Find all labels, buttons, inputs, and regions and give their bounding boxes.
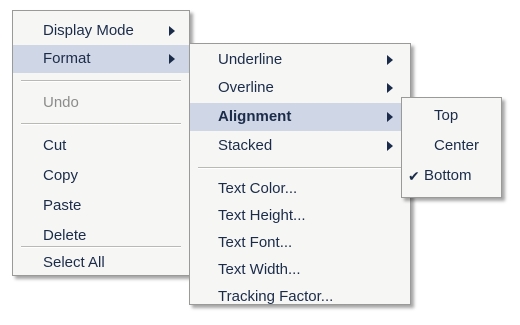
menu-item-label: Alignment [218, 108, 292, 125]
submenu-arrow-icon [387, 55, 393, 65]
menu-item-label: Paste [43, 197, 82, 214]
menu-item-label: Tracking Factor... [218, 288, 334, 305]
alignment-submenu: Top Center ✔ Bottom [401, 97, 502, 198]
menu-item-alignment[interactable]: Alignment [190, 103, 410, 131]
format-submenu: Underline Overline Alignment Stacked Tex… [189, 43, 411, 305]
menu-item-label: Text Font... [218, 234, 293, 251]
menu-item-text-color[interactable]: Text Color... [190, 175, 410, 203]
menu-item-cut[interactable]: Cut [13, 132, 189, 160]
menu-item-label: Format [43, 50, 91, 67]
submenu-arrow-icon [169, 26, 175, 36]
submenu-arrow-icon [387, 112, 393, 122]
menu-item-underline[interactable]: Underline [190, 46, 410, 74]
menu-separator [21, 246, 181, 248]
menu-item-undo: Undo [13, 89, 189, 117]
menu-item-label: Display Mode [43, 22, 134, 39]
menu-item-label: Text Color... [218, 180, 298, 197]
menu-item-label: Overline [218, 79, 274, 96]
menu-item-bottom[interactable]: ✔ Bottom [402, 162, 501, 190]
submenu-arrow-icon [387, 83, 393, 93]
submenu-arrow-icon [387, 141, 393, 151]
menu-item-label: Top [434, 107, 459, 124]
submenu-arrow-icon [169, 54, 175, 64]
menu-item-text-height[interactable]: Text Height... [190, 202, 410, 230]
menu-separator [21, 80, 181, 82]
menu-item-paste[interactable]: Paste [13, 192, 189, 220]
menu-item-label: Undo [43, 94, 79, 111]
menu-item-label: Bottom [424, 167, 472, 184]
menu-item-label: Text Height... [218, 207, 306, 224]
menu-item-label: Copy [43, 167, 79, 184]
menu-item-label: Center [434, 137, 480, 154]
checkmark-icon: ✔ [408, 168, 420, 184]
menu-item-overline[interactable]: Overline [190, 74, 410, 102]
menu-item-format[interactable]: Format [13, 45, 189, 73]
menu-item-display-mode[interactable]: Display Mode [13, 17, 189, 45]
context-menu: Display Mode Format Undo Cut Copy Paste … [12, 10, 190, 276]
menu-item-select-all[interactable]: Select All [13, 249, 189, 277]
menu-item-label: Underline [218, 51, 283, 68]
menu-item-center[interactable]: Center [402, 132, 501, 160]
menu-item-copy[interactable]: Copy [13, 162, 189, 190]
menu-item-text-width[interactable]: Text Width... [190, 256, 410, 284]
menu-separator [21, 123, 181, 125]
menu-item-text-font[interactable]: Text Font... [190, 229, 410, 257]
menu-item-top[interactable]: Top [402, 102, 501, 130]
menu-separator [198, 167, 402, 169]
menu-item-label: Text Width... [218, 261, 301, 278]
menu-item-tracking-factor[interactable]: Tracking Factor... [190, 283, 410, 311]
menu-item-stacked[interactable]: Stacked [190, 132, 410, 160]
menu-item-label: Cut [43, 137, 67, 154]
menu-item-label: Stacked [218, 137, 273, 154]
menu-item-label: Select All [43, 254, 105, 271]
